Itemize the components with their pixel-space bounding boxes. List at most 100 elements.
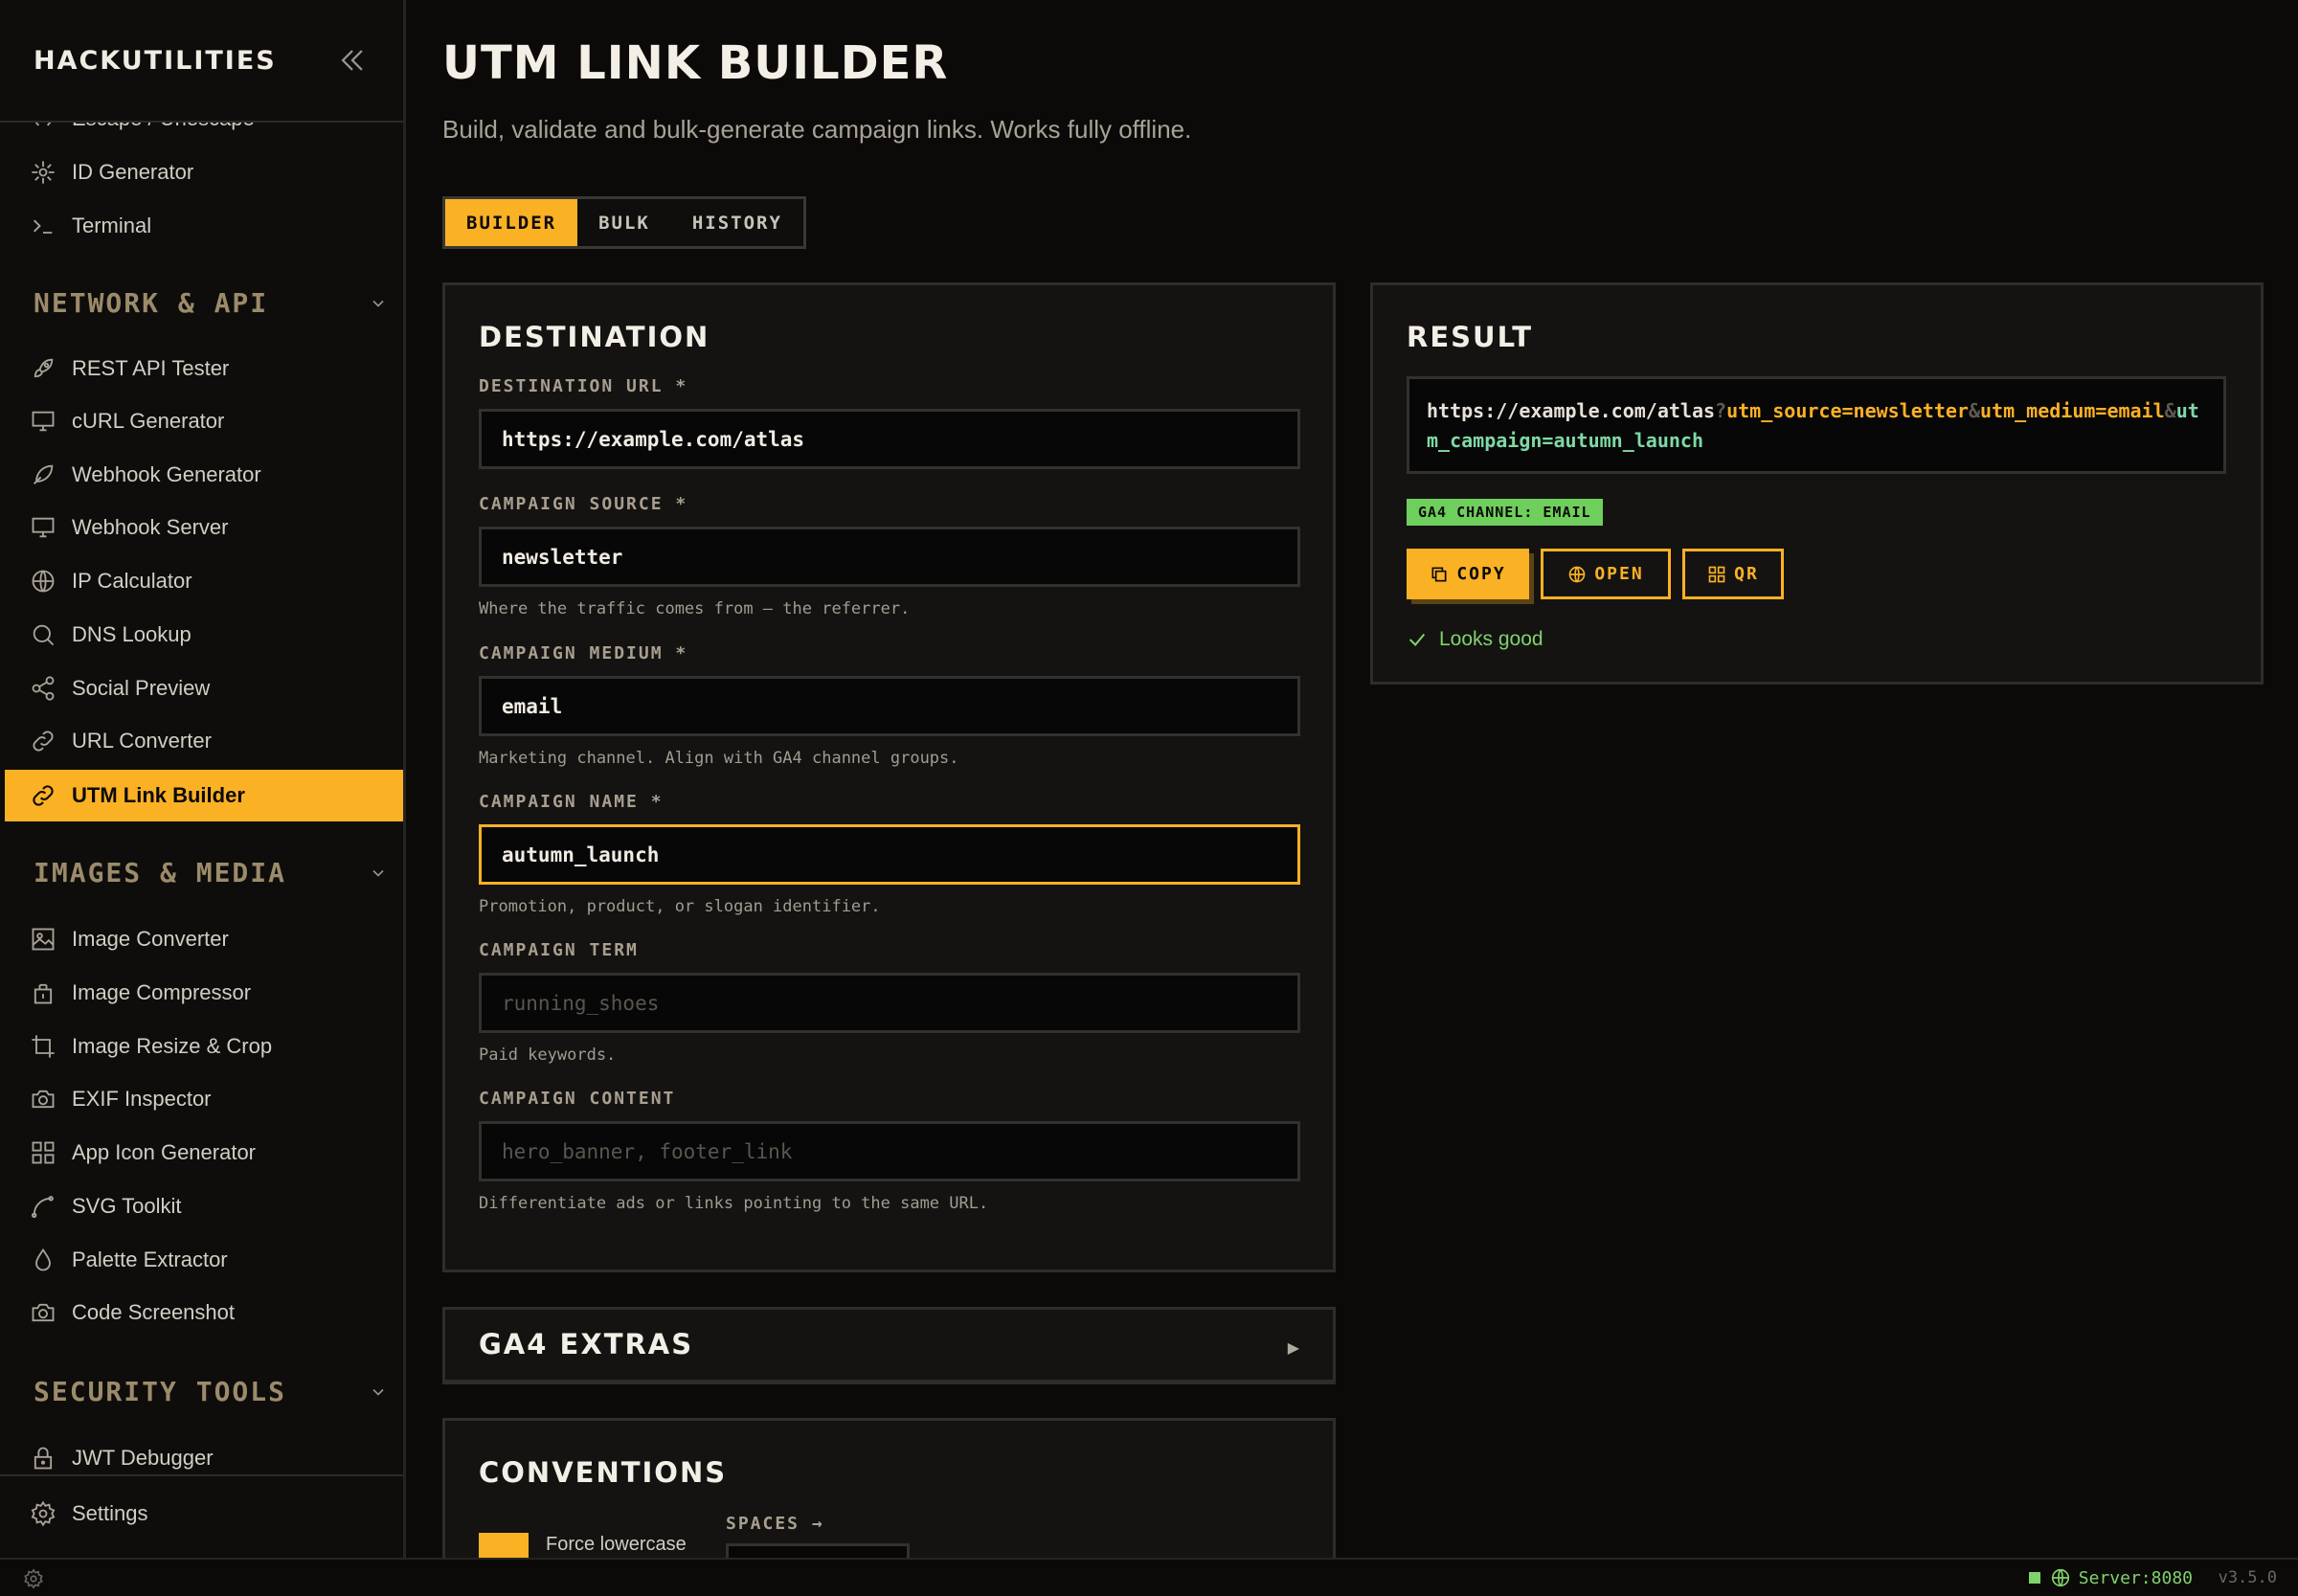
destination-url-input[interactable]: https://example.com/atlas — [479, 409, 1300, 469]
search-icon — [28, 619, 58, 650]
sidebar-item-id-generator[interactable]: ID Generator — [5, 146, 403, 198]
qr-grid-icon — [1708, 566, 1725, 582]
copy-icon — [1431, 567, 1447, 581]
sidebar-item-label: Image Resize & Crop — [72, 1034, 273, 1058]
sidebar-item-code-screenshot[interactable]: Code Screenshot — [5, 1287, 403, 1338]
url-param-source: utm_source=newsletter — [1726, 399, 1969, 422]
link-icon — [28, 726, 58, 756]
tab-bar: BUILDER BULK HISTORY — [442, 196, 806, 249]
sidebar-item-app-icon-generator[interactable]: App Icon Generator — [5, 1127, 403, 1179]
sidebar-item-exif-inspector[interactable]: EXIF Inspector — [5, 1073, 403, 1125]
sidebar-item-image-resize-crop[interactable]: Image Resize & Crop — [5, 1021, 403, 1072]
validation-status-text: Looks good — [1439, 628, 1543, 650]
sidebar-item-svg-toolkit[interactable]: SVG Toolkit — [5, 1180, 403, 1232]
grid-icon — [28, 1137, 58, 1168]
campaign-content-hint: Differentiate ads or links pointing to t… — [479, 1194, 989, 1213]
sidebar-item-rest-api-tester[interactable]: REST API Tester — [5, 343, 403, 394]
sidebar-item-palette-extractor[interactable]: Palette Extractor — [5, 1234, 403, 1286]
collapse-sidebar-icon[interactable] — [336, 44, 369, 77]
share-icon — [28, 673, 58, 704]
sidebar-item-label: URL Converter — [72, 729, 212, 753]
sidebar-item-terminal[interactable]: Terminal — [5, 200, 403, 252]
open-button[interactable]: OPEN — [1541, 549, 1671, 599]
campaign-medium-label: CAMPAIGN MEDIUM * — [479, 643, 688, 663]
sidebar-item-url-converter[interactable]: URL Converter — [5, 715, 403, 767]
sidebar-item-label: UTM Link Builder — [72, 783, 245, 807]
validation-status: Looks good — [1407, 628, 1543, 651]
campaign-medium-hint: Marketing channel. Align with GA4 channe… — [479, 749, 959, 768]
sidebar-item-webhook-server[interactable]: Webhook Server — [5, 502, 403, 553]
gear-icon[interactable] — [23, 1568, 44, 1589]
globe-icon — [2051, 1568, 2069, 1587]
id-generator-icon — [28, 157, 58, 188]
campaign-term-hint: Paid keywords. — [479, 1045, 617, 1065]
url-query-sep: ? — [1715, 399, 1727, 422]
campaign-source-input[interactable]: newsletter — [479, 527, 1300, 587]
spaces-select[interactable] — [726, 1543, 910, 1558]
section-security-tools[interactable]: SECURITY TOOLS — [34, 1376, 388, 1407]
campaign-name-label: CAMPAIGN NAME * — [479, 792, 664, 812]
sidebar-nav[interactable]: Escape / Unescape ID Generator Terminal … — [0, 96, 403, 1474]
sidebar-item-label: Webhook Server — [72, 515, 229, 539]
section-title: NETWORK & API — [34, 287, 269, 319]
tab-builder[interactable]: BUILDER — [445, 199, 578, 246]
sidebar-item-label: Settings — [72, 1501, 148, 1525]
monitor-icon — [28, 512, 58, 543]
sidebar-item-label: Image Compressor — [72, 980, 252, 1004]
section-title: IMAGES & MEDIA — [34, 857, 287, 888]
expand-arrow-icon[interactable]: ▶ — [1288, 1338, 1299, 1358]
section-network-api[interactable]: NETWORK & API — [34, 287, 388, 319]
sidebar: HACKUTILITIES Escape / Unescape ID Gener… — [0, 0, 406, 1558]
rocket-icon — [28, 353, 58, 384]
campaign-term-input[interactable]: running_shoes — [479, 973, 1300, 1033]
ga4-extras-panel[interactable]: GA4 EXTRAS ▶ — [442, 1307, 1336, 1384]
spaces-label: SPACES → — [726, 1514, 824, 1534]
feather-icon — [28, 460, 58, 490]
copy-button[interactable]: COPY — [1407, 549, 1529, 599]
sidebar-item-webhook-generator[interactable]: Webhook Generator — [5, 449, 403, 501]
url-param-medium: utm_medium=email — [1980, 399, 2165, 422]
campaign-name-hint: Promotion, product, or slogan identifier… — [479, 897, 881, 916]
sidebar-item-social-preview[interactable]: Social Preview — [5, 663, 403, 714]
result-url-output[interactable]: https://example.com/atlas?utm_source=new… — [1407, 376, 2226, 474]
campaign-term-label: CAMPAIGN TERM — [479, 940, 639, 960]
result-title: RESULT — [1407, 321, 1534, 353]
sidebar-item-curl-generator[interactable]: cURL Generator — [5, 395, 403, 447]
sidebar-header: HACKUTILITIES — [0, 0, 403, 123]
sidebar-item-label: Palette Extractor — [72, 1248, 228, 1271]
tab-bulk[interactable]: BULK — [577, 199, 671, 246]
section-images-media[interactable]: IMAGES & MEDIA — [34, 857, 388, 888]
tab-history[interactable]: HISTORY — [671, 199, 803, 246]
conventions-title: CONVENTIONS — [479, 1456, 728, 1489]
campaign-source-label: CAMPAIGN SOURCE * — [479, 494, 688, 514]
url-base: https://example.com/atlas — [1427, 399, 1716, 422]
globe-icon — [28, 566, 58, 596]
sidebar-item-image-converter[interactable]: Image Converter — [5, 913, 403, 965]
sidebar-item-dns-lookup[interactable]: DNS Lookup — [5, 609, 403, 661]
campaign-name-input[interactable]: autumn_launch — [479, 824, 1300, 885]
compress-icon — [28, 978, 58, 1008]
sidebar-item-image-compressor[interactable]: Image Compressor — [5, 967, 403, 1019]
sidebar-item-utm-link-builder[interactable]: UTM Link Builder — [5, 770, 403, 821]
sidebar-item-label: IP Calculator — [72, 569, 192, 593]
sidebar-item-ip-calculator[interactable]: IP Calculator — [5, 555, 403, 607]
force-lowercase-checkbox[interactable] — [479, 1533, 529, 1558]
campaign-medium-input[interactable]: email — [479, 676, 1300, 736]
page-title: UTM LINK BUILDER — [442, 36, 949, 90]
monitor-icon — [28, 406, 58, 437]
sidebar-item-settings[interactable]: Settings — [5, 1488, 403, 1540]
brand-logo-text: HACKUTILITIES — [34, 45, 277, 76]
qr-button[interactable]: QR — [1682, 549, 1784, 599]
sidebar-footer: Settings — [0, 1474, 403, 1558]
page-subtitle: Build, validate and bulk-generate campai… — [442, 115, 1192, 144]
conventions-card: CONVENTIONS Force lowercase SPACES → — [442, 1418, 1336, 1558]
sidebar-item-label: Webhook Generator — [72, 462, 261, 486]
server-status[interactable]: Server:8080 — [2028, 1567, 2193, 1588]
sidebar-item-label: ID Generator — [72, 160, 194, 184]
destination-url-label: DESTINATION URL * — [479, 376, 688, 396]
chevron-down-icon — [372, 869, 384, 877]
drop-icon — [28, 1245, 58, 1275]
camera-icon — [28, 1084, 58, 1114]
lock-icon — [28, 1443, 58, 1473]
campaign-content-input[interactable]: hero_banner, footer_link — [479, 1121, 1300, 1181]
